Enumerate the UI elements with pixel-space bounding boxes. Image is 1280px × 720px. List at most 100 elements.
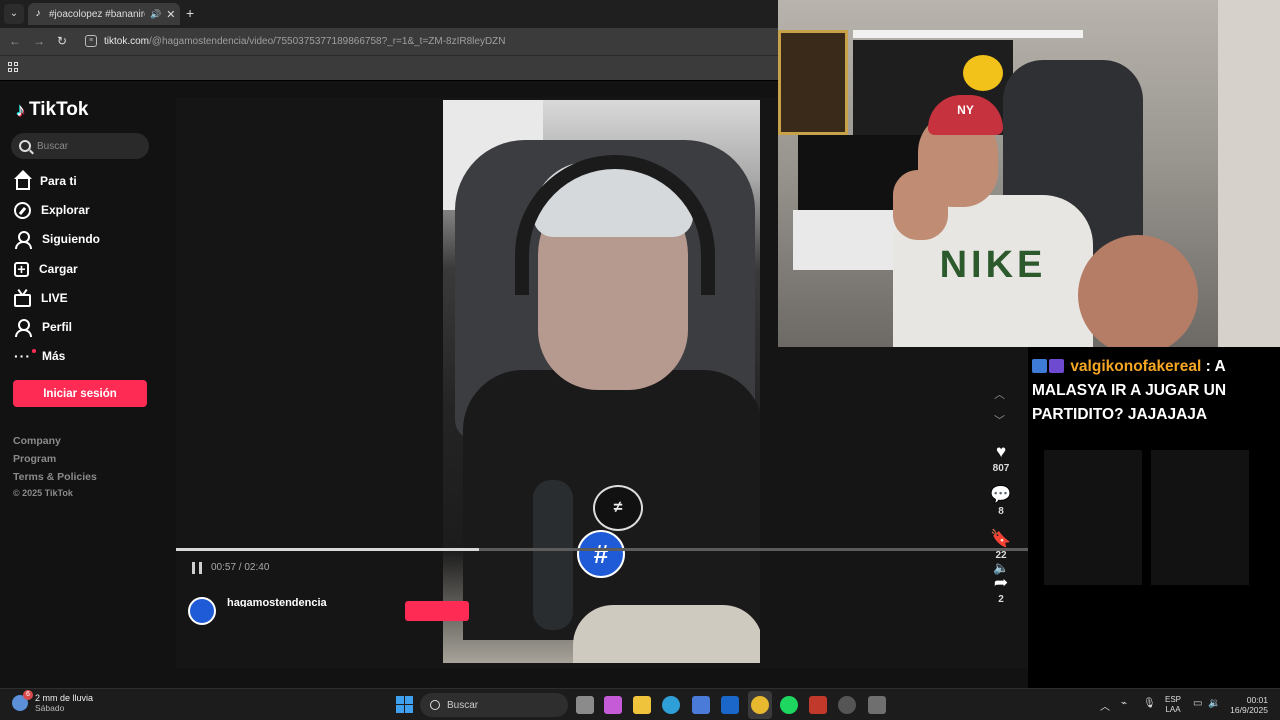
tray-expand-icon[interactable]: ︿ (1100, 698, 1110, 713)
cam-poster (778, 30, 848, 135)
chat-badge-icon (1032, 359, 1047, 373)
tiktok-logo[interactable]: ♪ TikTok (16, 99, 88, 121)
comment-button[interactable]: 💬 8 (986, 485, 1016, 517)
microphone-tray-icon[interactable]: 🎙 (1143, 698, 1156, 709)
pause-icon[interactable] (192, 562, 202, 574)
lang-line1: ESP (1165, 695, 1182, 704)
upload-icon: + (14, 261, 29, 277)
spotify-icon[interactable] (780, 696, 798, 714)
file-explorer-icon[interactable] (633, 696, 651, 714)
bookmarks-bar (0, 55, 778, 80)
steam-icon[interactable] (838, 696, 856, 714)
copyright: © 2025 TikTok (13, 488, 73, 498)
stream-chat: valgikonofakereal : A MALASYA IR A JUGAR… (1028, 347, 1280, 688)
nav-item-para-ti[interactable]: Para ti (14, 169, 77, 192)
cam-door (1218, 0, 1280, 347)
tiktok-search[interactable] (11, 133, 149, 159)
compass-icon (14, 201, 31, 219)
browser-toolbar: ← → ↻ ≡ tiktok.com/@hagamostendencia/vid… (0, 28, 778, 55)
app-icon[interactable] (809, 696, 827, 714)
chat-username: valgikonofakereal (1070, 358, 1202, 375)
share-count: 2 (998, 594, 1004, 605)
footer-link-terms[interactable]: Terms & Policies (13, 471, 97, 483)
url-domain: tiktok.com (104, 36, 150, 47)
apps-grid-icon[interactable] (8, 62, 18, 72)
browser-tab-active[interactable]: ♪ #joacolopez #bananirou | b 🔊 ✕ (28, 3, 180, 25)
nav-item-label: Cargar (39, 262, 78, 276)
bookmark-icon: 🔖 (990, 529, 1012, 548)
back-arrow-icon[interactable]: ← (9, 34, 21, 48)
streamer-webcam: NIKE NY (778, 0, 1280, 347)
chrome-icon[interactable] (751, 696, 769, 714)
weather-sub: Sábado (35, 703, 65, 713)
weather-icon: 6 (12, 690, 33, 711)
video-progress-bar[interactable] (176, 548, 1028, 551)
nav-item-mas[interactable]: ··· Más (14, 345, 65, 367)
tiktok-logo-text: TikTok (29, 99, 89, 120)
comment-count: 8 (998, 506, 1004, 517)
network-icon[interactable]: ⌁ (1121, 698, 1127, 709)
nav-item-siguiendo[interactable]: Siguiendo (14, 228, 100, 250)
chat-tile (1044, 450, 1142, 510)
display-icon[interactable]: ▭ (1193, 698, 1202, 709)
save-button[interactable]: 🔖 22 (986, 529, 1016, 561)
author-avatar[interactable] (188, 597, 216, 625)
previous-video-icon[interactable]: ︿ (994, 386, 1005, 402)
video-player[interactable]: ≠ # (443, 100, 760, 663)
forward-arrow-icon[interactable]: → (33, 34, 45, 48)
save-count: 22 (995, 550, 1007, 561)
language-indicator[interactable]: ESP LAA (1165, 695, 1181, 715)
taskbar-search[interactable]: Buscar (420, 693, 568, 717)
search-icon (19, 140, 31, 152)
nav-item-live[interactable]: LIVE (14, 287, 68, 309)
nav-item-label: Más (42, 349, 66, 363)
tab-close-icon[interactable]: ✕ (166, 8, 175, 21)
video-progress-fill (176, 548, 480, 551)
nav-item-explorar[interactable]: Explorar (14, 199, 90, 221)
task-view-icon[interactable] (576, 696, 594, 714)
more-icon: ··· (14, 347, 36, 365)
edge-icon[interactable] (662, 696, 680, 714)
nav-item-perfil[interactable]: Perfil (14, 316, 72, 338)
browser-tabstrip: ⌄ ♪ #joacolopez #bananirou | b 🔊 ✕ + (0, 0, 778, 28)
tab-search-menu-button[interactable]: ⌄ (4, 4, 24, 24)
store-icon[interactable] (692, 696, 710, 714)
video-paper (573, 605, 760, 663)
footer-link-program[interactable]: Program (13, 453, 56, 465)
new-tab-button[interactable]: + (186, 5, 194, 21)
author-handle[interactable]: hagamostendencia (227, 597, 327, 607)
tiktok-sidebar: ♪ TikTok Para ti Explorar Siguiendo + (0, 81, 160, 688)
chat-message: valgikonofakereal : A MALASYA IR A JUGAR… (1032, 355, 1277, 427)
address-bar[interactable]: tiktok.com/@hagamostendencia/video/75503… (104, 36, 506, 47)
nav-item-cargar[interactable]: + Cargar (14, 258, 78, 280)
weather-widget[interactable]: 6 2 mm de lluvia Sábado (12, 690, 93, 713)
profile-icon (14, 318, 32, 337)
next-video-icon[interactable]: ﹀ (994, 412, 1005, 428)
like-button[interactable]: ♥ 807 (986, 442, 1016, 474)
nav-item-label: Para ti (40, 174, 77, 188)
taskbar-clock[interactable]: 00:01 16/9/2025 (1226, 695, 1268, 715)
site-info-icon[interactable]: ≡ (85, 35, 97, 47)
follow-button[interactable] (405, 601, 469, 621)
tab-title: #joacolopez #bananirou | b (49, 8, 145, 20)
volume-tray-icon[interactable]: 🔉 (1208, 698, 1220, 709)
home-icon (14, 169, 32, 190)
share-button[interactable]: ➦ 2 (986, 573, 1016, 605)
search-input[interactable] (37, 140, 137, 152)
windows-start-icon[interactable] (396, 696, 413, 713)
following-icon (14, 230, 32, 249)
heart-icon: ♥ (995, 442, 1007, 461)
footer-link-company[interactable]: Company (13, 435, 61, 447)
search-icon (430, 700, 440, 710)
hagamos-tendencia-logo-icon: # (577, 530, 625, 578)
app-icon[interactable] (868, 696, 886, 714)
weather-badge: 6 (23, 690, 33, 700)
video-time: 00:57 / 02:40 (211, 562, 270, 573)
straw-hat-icon (963, 55, 1003, 91)
login-button[interactable]: Iniciar sesión (13, 380, 147, 407)
url-path: /@hagamostendencia/video/755037537718986… (149, 36, 506, 47)
tab-audio-icon[interactable]: 🔊 (150, 9, 161, 20)
reload-icon[interactable]: ↻ (57, 34, 67, 48)
outlook-icon[interactable] (721, 696, 739, 714)
copilot-icon[interactable] (604, 696, 622, 714)
